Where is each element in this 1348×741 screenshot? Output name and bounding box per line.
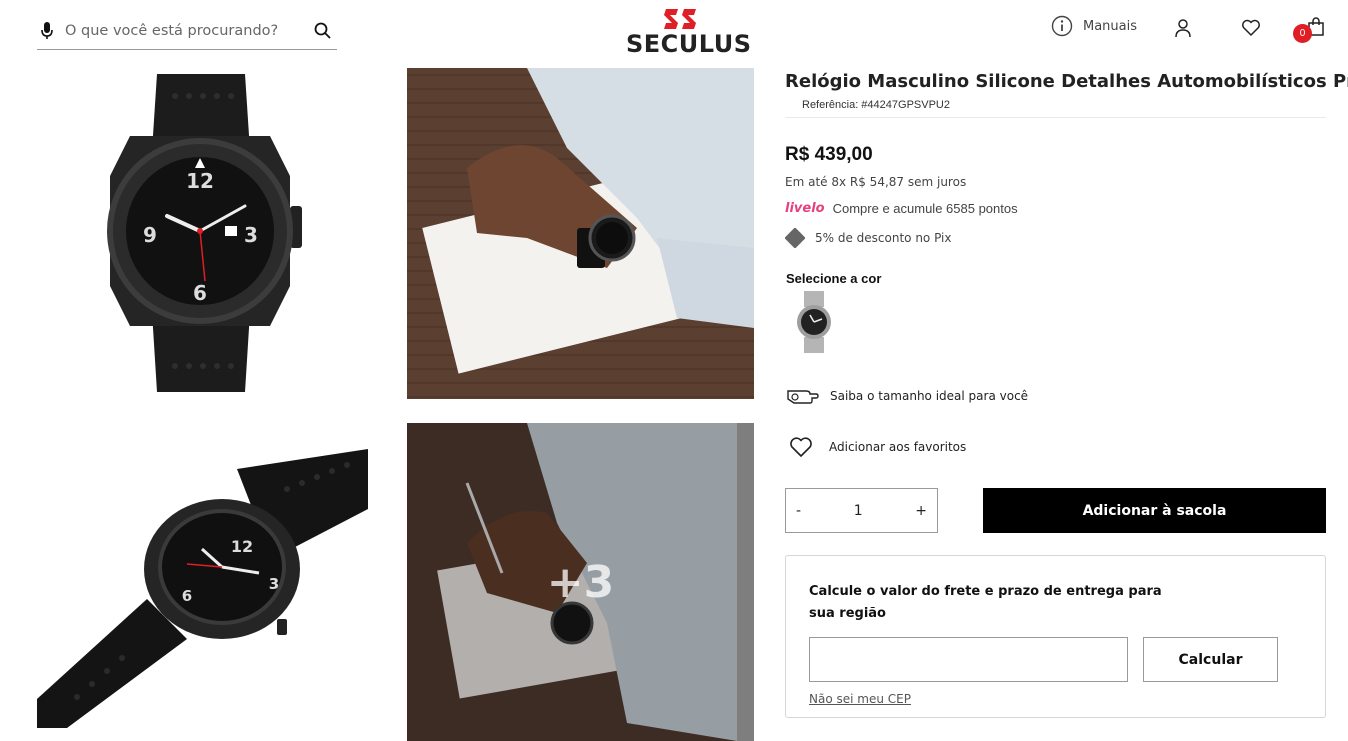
title-divider — [785, 117, 1326, 118]
svg-text:3: 3 — [269, 575, 279, 593]
search-input[interactable] — [65, 22, 311, 39]
svg-text:12: 12 — [186, 169, 214, 193]
product-image-lifestyle-more[interactable]: +3 — [407, 423, 754, 741]
shipping-calculator: Calcule o valor do frete e prazo de entr… — [785, 555, 1326, 718]
no-cep-link[interactable]: Não sei meu CEP — [809, 692, 911, 706]
product-title: Relógio Masculino Silicone Detalhes Auto… — [785, 71, 1348, 92]
installments-text: Em até 8x R$ 54,87 sem juros — [785, 175, 967, 189]
size-guide-text: Saiba o tamanho ideal para você — [830, 389, 1029, 403]
quantity-stepper: - 1 + — [785, 488, 938, 533]
add-to-favorites-text: Adicionar aos favoritos — [829, 440, 967, 454]
svg-text:9: 9 — [143, 223, 157, 247]
svg-text:3: 3 — [244, 223, 258, 247]
product-image-lifestyle-1[interactable] — [407, 68, 754, 399]
svg-text:6: 6 — [193, 281, 207, 305]
heart-icon — [790, 437, 812, 457]
cep-input[interactable] — [809, 637, 1128, 682]
quantity-value[interactable]: 1 — [854, 503, 863, 519]
manuals-link[interactable]: Manuais — [1051, 15, 1137, 37]
quantity-increment-button[interactable]: + — [915, 503, 927, 519]
add-to-favorites[interactable]: Adicionar aos favoritos — [789, 436, 966, 458]
shipping-title: Calcule o valor do frete e prazo de entr… — [809, 584, 1162, 621]
hand-size-icon — [787, 390, 819, 404]
size-guide-link[interactable]: Saiba o tamanho ideal para você — [786, 385, 1028, 407]
pix-discount: 5% de desconto no Pix — [785, 228, 952, 248]
product-image-side[interactable]: 12 6 3 — [37, 449, 368, 728]
svg-text:12: 12 — [231, 537, 253, 556]
search-bar — [37, 12, 337, 50]
quantity-decrement-button[interactable]: - — [796, 503, 801, 519]
manuals-label: Manuais — [1083, 18, 1138, 34]
svg-text:6: 6 — [182, 587, 192, 605]
logo-mark-icon — [664, 9, 696, 29]
color-swatch-silver[interactable] — [792, 291, 836, 353]
favorites-heart-icon[interactable] — [1240, 17, 1262, 39]
color-select-label: Selecione a cor — [786, 271, 882, 286]
search-icon[interactable] — [311, 20, 333, 42]
logo-text: SECULUS — [626, 30, 752, 58]
livelo-points-text: Compre e acumule 6585 pontos — [832, 201, 1018, 216]
product-reference: Referência: #44247GPSVPU2 — [802, 99, 950, 111]
livelo-logo: livelo — [785, 201, 825, 216]
product-image-front[interactable]: 12 6 9 3 — [95, 66, 307, 396]
add-to-bag-button[interactable]: Adicionar à sacola — [983, 488, 1326, 533]
pix-icon — [785, 228, 805, 248]
microphone-icon[interactable] — [37, 21, 57, 40]
cart-count-badge: 0 — [1293, 24, 1312, 43]
more-images-label[interactable]: +3 — [407, 423, 754, 741]
pix-discount-text: 5% de desconto no Pix — [815, 231, 952, 245]
brand-logo[interactable]: SECULUS — [626, 7, 752, 58]
product-price: R$ 439,00 — [785, 144, 873, 165]
user-account-icon[interactable] — [1173, 17, 1193, 39]
livelo-points: livelo Compre e acumule 6585 pontos — [785, 201, 1018, 216]
calculate-shipping-button[interactable]: Calcular — [1143, 637, 1278, 682]
info-icon — [1051, 15, 1073, 37]
